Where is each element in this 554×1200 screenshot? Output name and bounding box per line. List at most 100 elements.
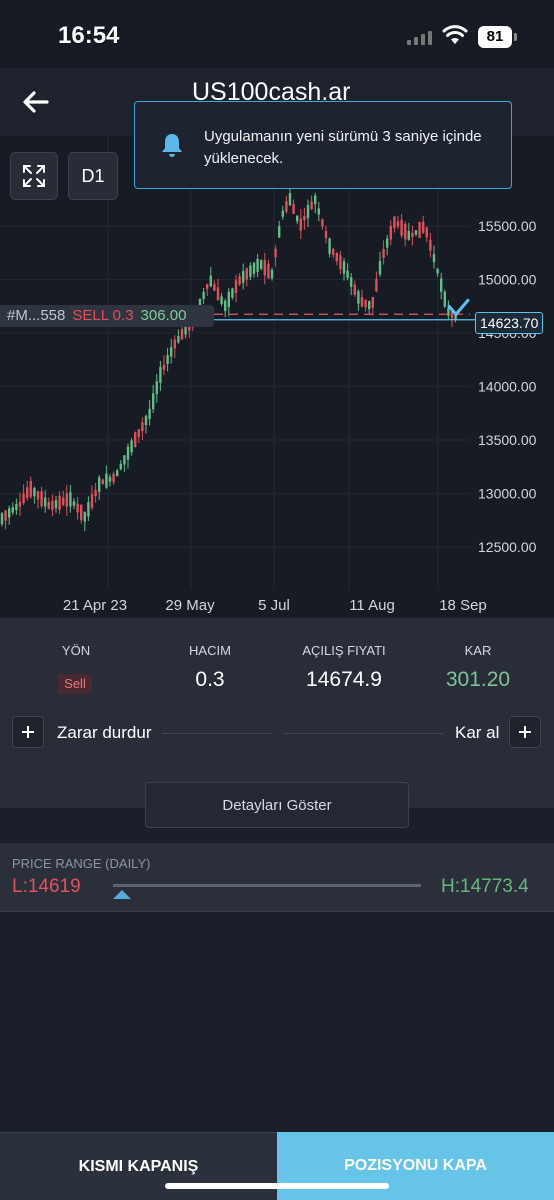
candle-body <box>404 223 407 240</box>
candle-body <box>116 470 119 477</box>
candle-body <box>155 381 158 395</box>
candle-body <box>112 473 115 483</box>
candle-body <box>270 269 274 279</box>
candle-body <box>213 283 216 291</box>
order-profit: 306.00 <box>140 307 187 324</box>
candle-body <box>429 239 432 251</box>
candle-body <box>119 463 122 470</box>
back-arrow-icon <box>23 91 49 113</box>
candle-body <box>368 300 371 310</box>
candle-body <box>206 284 209 289</box>
candle-body <box>80 504 83 521</box>
y-tick-label: 13500.00 <box>478 432 537 448</box>
candle-body <box>22 493 25 504</box>
candle-body <box>159 366 162 383</box>
candle-body <box>360 296 364 307</box>
show-details-button[interactable]: Detayları Göster <box>145 782 409 828</box>
candle-body <box>137 429 140 438</box>
candle-body <box>418 221 421 238</box>
candle-body <box>317 208 320 215</box>
candle-body <box>432 254 436 263</box>
fullscreen-button[interactable] <box>10 152 58 200</box>
candle-body <box>335 253 338 262</box>
candle-body <box>263 260 266 276</box>
order-line-label[interactable]: #M...558 SELL 0.3 306.00 <box>0 305 214 327</box>
candle-body <box>173 339 176 349</box>
timeframe-button[interactable]: D1 <box>68 152 118 200</box>
candle-body <box>353 284 356 295</box>
price-chart[interactable]: 15500.0015000.0014500.0014000.0013500.00… <box>0 136 554 618</box>
candle-body <box>256 258 259 272</box>
status-time: 16:54 <box>58 22 120 49</box>
take-profit-label[interactable]: Kar al <box>455 723 499 743</box>
plus-icon <box>519 726 531 738</box>
candle-body <box>310 201 313 210</box>
direction-label: YÖN <box>61 643 91 658</box>
expand-icon <box>23 165 45 187</box>
candle-body <box>314 195 317 205</box>
candle-body <box>425 227 428 238</box>
stop-loss-label[interactable]: Zarar durdur <box>57 723 151 743</box>
back-button[interactable] <box>16 82 56 122</box>
candle-body <box>389 225 392 240</box>
candle-body <box>346 270 349 278</box>
candle-body <box>4 510 7 521</box>
add-take-profit-button[interactable] <box>509 716 541 748</box>
current-price-tag: 14623.70 <box>475 312 544 334</box>
candle-body <box>292 203 295 214</box>
price-range-low: L:14619 <box>12 876 81 897</box>
candle-body <box>396 221 400 227</box>
profit-label: KAR <box>464 643 492 658</box>
candle-body <box>242 271 245 283</box>
cellular-signal-icon <box>407 31 432 45</box>
candle-body <box>274 248 277 258</box>
open-price-label: AÇILIŞ FIYATI <box>302 643 386 658</box>
candle-body <box>98 477 101 492</box>
close-position-button[interactable]: POZISYONU KAPA <box>277 1132 554 1200</box>
candle-body <box>234 280 238 294</box>
candlestick-chart[interactable]: 15500.0015000.0014500.0014000.0013500.00… <box>0 136 554 618</box>
candle-body <box>386 238 389 248</box>
y-tick-label: 15500.00 <box>478 218 537 234</box>
candle-body <box>18 501 22 507</box>
home-indicator <box>165 1183 389 1189</box>
y-tick-label: 14000.00 <box>478 379 537 395</box>
candle-body <box>238 275 241 285</box>
candle-body <box>0 513 4 525</box>
x-tick-label: 18 Sep <box>439 597 487 614</box>
candle-body <box>15 504 18 511</box>
x-tick-label: 29 May <box>165 597 215 614</box>
candle-body <box>148 408 151 420</box>
volume-value: 0.3 <box>195 668 225 691</box>
candle-body <box>375 278 378 292</box>
candle-body <box>364 299 367 308</box>
candle-body <box>299 218 302 231</box>
candle-body <box>47 501 50 509</box>
candle-body <box>414 230 418 235</box>
candle-body <box>285 201 288 212</box>
candle-body <box>436 268 439 274</box>
candle-body <box>141 422 144 432</box>
candle-body <box>62 497 65 505</box>
candle-body <box>411 232 414 238</box>
candle-body <box>303 215 306 221</box>
stop-loss-divider <box>162 733 272 734</box>
order-side: SELL 0.3 <box>72 307 134 324</box>
candle-body <box>202 291 205 300</box>
candle-body <box>180 329 184 340</box>
order-id: #M...558 <box>7 307 66 324</box>
x-tick-label: 11 Aug <box>349 597 395 614</box>
x-tick-label: 5 Jul <box>258 597 290 614</box>
price-range-high: H:14773.4 <box>441 876 529 897</box>
candle-body <box>339 255 342 270</box>
partial-close-button[interactable]: KISMI KAPANIŞ <box>0 1132 277 1200</box>
add-stop-loss-button[interactable] <box>12 716 44 748</box>
candle-body <box>152 393 155 410</box>
candle-body <box>443 291 446 307</box>
candle-body <box>11 507 14 513</box>
candle-body <box>72 501 76 506</box>
candle-body <box>227 291 230 308</box>
candle-body <box>324 230 328 239</box>
battery-level: 81 <box>478 26 512 48</box>
candle-body <box>224 300 227 311</box>
